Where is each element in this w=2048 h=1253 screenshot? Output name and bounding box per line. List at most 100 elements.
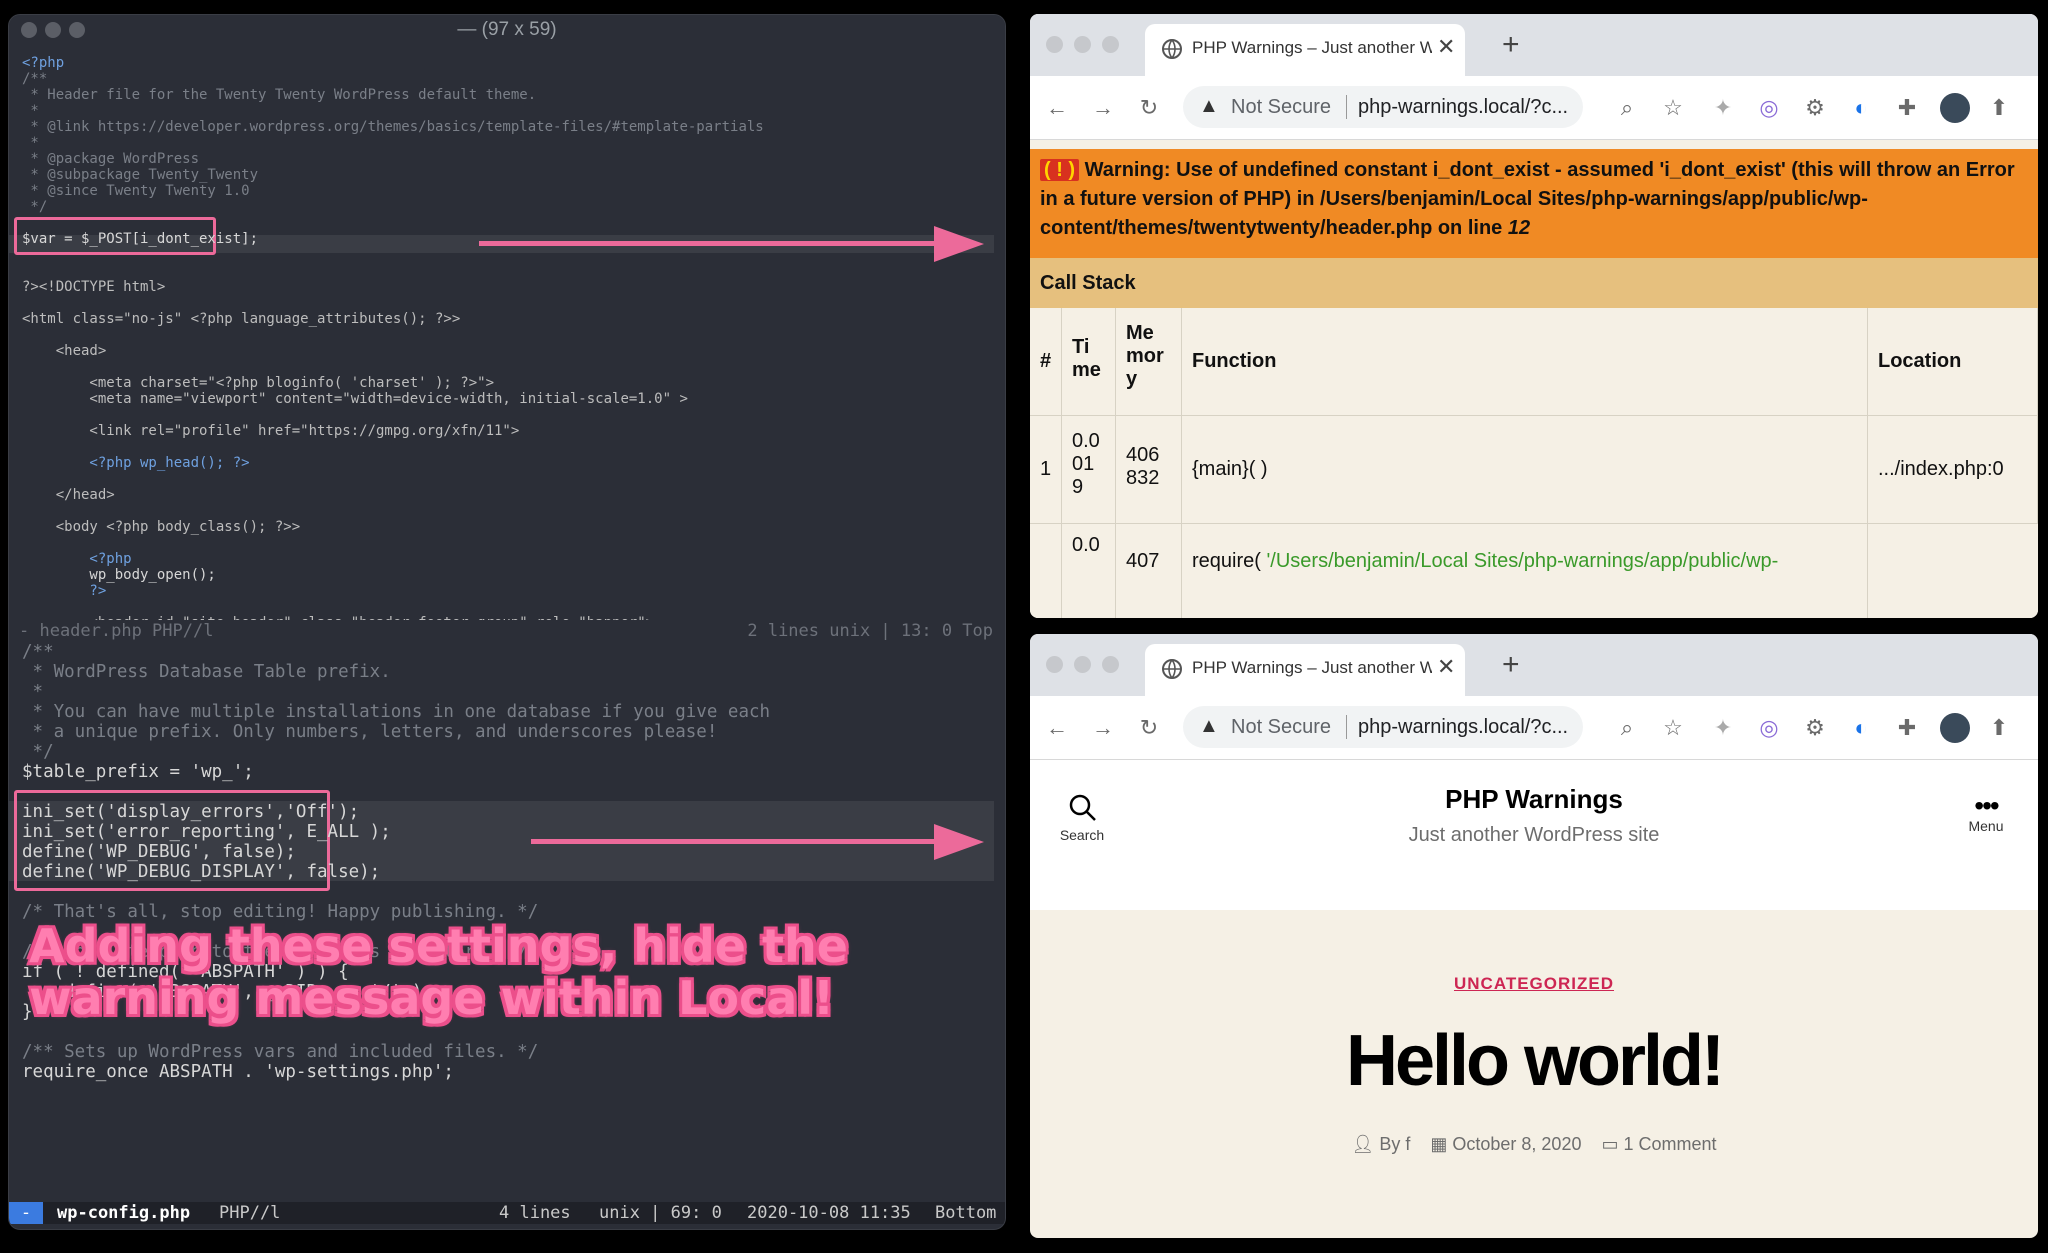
- close-window-button[interactable]: [21, 22, 37, 38]
- close-window-button[interactable]: [1046, 656, 1063, 673]
- globe-icon: [1162, 39, 1182, 59]
- row2-memory: 407: [1116, 524, 1182, 618]
- header-num: #: [1030, 308, 1062, 416]
- close-tab-icon[interactable]: ✕: [1437, 34, 1455, 60]
- back-arrow-icon[interactable]: ←: [1044, 715, 1070, 741]
- update-icon[interactable]: ⬆: [1986, 715, 2012, 741]
- forward-arrow-icon[interactable]: →: [1090, 715, 1116, 741]
- reload-icon[interactable]: ↻: [1136, 715, 1162, 741]
- zoom-icon[interactable]: ⌕: [1614, 715, 1640, 741]
- call-stack-table: # Ti me Me mor y Function Location 1 0.0…: [1030, 308, 2038, 618]
- bookmark-star-icon[interactable]: ☆: [1660, 95, 1686, 121]
- zoom-window-button[interactable]: [1102, 656, 1119, 673]
- avatar[interactable]: [1940, 713, 1970, 743]
- forward-arrow-icon[interactable]: →: [1090, 95, 1116, 121]
- browser-toolbar: ← → ↻ ▲ Not Secure php-warnings.local/?c…: [1030, 76, 2038, 140]
- update-icon[interactable]: ⬆: [1986, 95, 2012, 121]
- extension-spiral-icon[interactable]: ◎: [1756, 715, 1782, 741]
- row1-location: .../index.php:0: [1868, 416, 2038, 524]
- tab-title: PHP Warnings – Just another W: [1192, 658, 1432, 677]
- mode-indicator: -: [9, 1202, 43, 1224]
- editor-pane-header-php[interactable]: <?php/** * Header file for the Twenty Tw…: [9, 45, 1005, 620]
- category-wrap: UNCATEGORIZED: [1030, 974, 2038, 994]
- extension-gear-icon[interactable]: ⚙: [1802, 715, 1828, 741]
- address-divider: [1346, 715, 1347, 739]
- minimize-window-button[interactable]: [1074, 656, 1091, 673]
- bookmark-star-icon[interactable]: ☆: [1660, 715, 1686, 741]
- post-date[interactable]: October 8, 2020: [1452, 1134, 1581, 1154]
- code-line: <body <?php body_class(); ?>>: [22, 519, 301, 535]
- code-line: *: [22, 103, 39, 119]
- code-line: <meta name="viewport" content="width=dev…: [22, 391, 688, 407]
- zoom-window-button[interactable]: [1102, 36, 1119, 53]
- menu-toggle[interactable]: ••• Menu: [1956, 792, 2016, 835]
- code-line: * @package WordPress: [22, 151, 200, 167]
- calendar-icon: ▦: [1430, 1134, 1448, 1154]
- code-line: <?php wp_head(); ?>: [22, 455, 250, 471]
- extension-spiral-icon[interactable]: ◎: [1756, 95, 1782, 121]
- warning-triangle-icon: ▲: [1199, 715, 1219, 737]
- code-line: <head>: [22, 343, 107, 359]
- row2-function-name: require(: [1192, 550, 1261, 572]
- author-icon: 👤︎: [1351, 1134, 1375, 1154]
- extension-grammar-icon[interactable]: ◐: [1848, 715, 1874, 741]
- code-line: wp_body_open();: [22, 567, 216, 583]
- post-author[interactable]: By f: [1379, 1134, 1410, 1154]
- address-bar[interactable]: ▲ Not Secure php-warnings.local/?c...: [1183, 706, 1583, 748]
- error-badge: ( ! ): [1040, 159, 1080, 181]
- reload-icon[interactable]: ↻: [1136, 95, 1162, 121]
- status-scroll: Bottom: [935, 1203, 997, 1223]
- post-title[interactable]: Hello world!: [1030, 1020, 2038, 1102]
- code-line: define('WP_DEBUG', false);: [22, 842, 296, 862]
- close-window-button[interactable]: [1046, 36, 1063, 53]
- comment-icon: ▭: [1601, 1134, 1619, 1154]
- row2-function-arg: '/Users/benjamin/Local Sites/php-warning…: [1266, 550, 1779, 572]
- code-line: * a unique prefix. Only numbers, letters…: [22, 722, 718, 742]
- code-line: <link rel="profile" href="https://gmpg.o…: [22, 423, 520, 439]
- tab-php-warnings[interactable]: PHP Warnings – Just another W ✕: [1145, 24, 1465, 76]
- extensions-puzzle-icon[interactable]: ✚: [1894, 95, 1920, 121]
- post-comments[interactable]: 1 Comment: [1624, 1134, 1717, 1154]
- annotation-caption: Adding these settings, hide the warning …: [29, 920, 848, 1024]
- zoom-window-button[interactable]: [69, 22, 85, 38]
- code-line: <meta charset="<?php bloginfo( 'charset'…: [22, 375, 495, 391]
- extensions-puzzle-icon[interactable]: ✚: [1894, 715, 1920, 741]
- error-line-number: 12: [1507, 217, 1531, 239]
- extension-grammar-icon[interactable]: ◐: [1848, 95, 1874, 121]
- code-line: ini_set('error_reporting', E_ALL );: [22, 822, 391, 842]
- annotation-line-1: Adding these settings, hide the: [29, 919, 848, 973]
- category-link[interactable]: UNCATEGORIZED: [1454, 974, 1614, 993]
- code-line: define('WP_DEBUG_DISPLAY', false);: [22, 862, 381, 882]
- site-title[interactable]: PHP Warnings: [1030, 784, 2038, 815]
- annotation-line-2: warning message within Local!: [29, 971, 834, 1025]
- tab-bar: PHP Warnings – Just another W ✕ +: [1030, 634, 2038, 696]
- new-tab-icon[interactable]: +: [1502, 648, 1520, 682]
- extension-bird-icon[interactable]: ✦: [1710, 715, 1736, 741]
- new-tab-icon[interactable]: +: [1502, 28, 1520, 62]
- row1-time: 0.0 01 9: [1062, 416, 1116, 524]
- code-line: *: [22, 682, 44, 702]
- address-bar[interactable]: ▲ Not Secure php-warnings.local/?c...: [1183, 86, 1583, 128]
- code-line: * @link https://developer.wordpress.org/…: [22, 119, 764, 135]
- code-line: *: [22, 135, 39, 151]
- site-description: Just another WordPress site: [1408, 824, 1660, 846]
- back-arrow-icon[interactable]: ←: [1044, 95, 1070, 121]
- header-location: Location: [1868, 308, 2038, 416]
- zoom-icon[interactable]: ⌕: [1614, 95, 1640, 121]
- avatar[interactable]: [1940, 93, 1970, 123]
- row2-function: require( '/Users/benjamin/Local Sites/ph…: [1182, 524, 1868, 618]
- minimize-window-button[interactable]: [1074, 36, 1091, 53]
- status-top-left: - header.php PHP//l: [19, 621, 214, 641]
- tab-php-warnings[interactable]: PHP Warnings – Just another W ✕: [1145, 644, 1465, 696]
- minimize-window-button[interactable]: [45, 22, 61, 38]
- extension-gear-icon[interactable]: ⚙: [1802, 95, 1828, 121]
- extension-bird-icon[interactable]: ✦: [1710, 95, 1736, 121]
- close-tab-icon[interactable]: ✕: [1437, 654, 1455, 680]
